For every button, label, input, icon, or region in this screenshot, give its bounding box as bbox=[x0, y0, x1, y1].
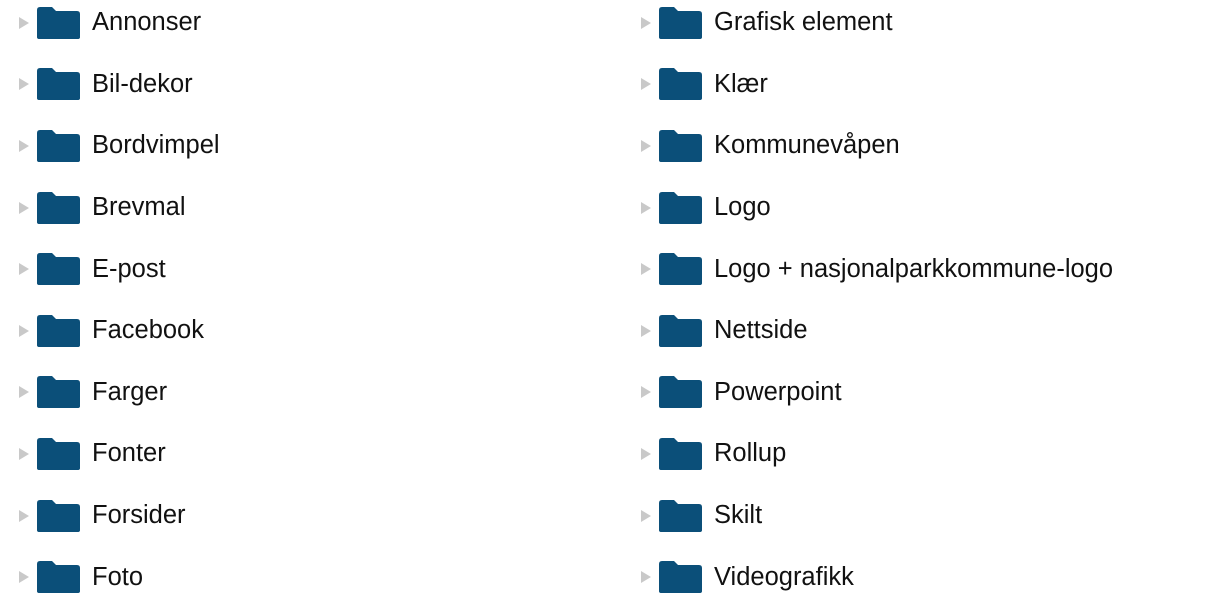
folder-icon bbox=[37, 499, 80, 532]
caret-right-icon[interactable] bbox=[19, 16, 29, 29]
caret-right-icon[interactable] bbox=[641, 571, 651, 584]
folder-icon bbox=[659, 499, 702, 532]
folder-item[interactable]: Logo bbox=[622, 177, 1218, 239]
caret-right-icon[interactable] bbox=[641, 386, 651, 399]
folder-item[interactable]: Powerpoint bbox=[622, 362, 1218, 424]
folder-icon bbox=[37, 253, 80, 286]
folder-item[interactable]: Farger bbox=[0, 362, 560, 424]
caret-right-icon[interactable] bbox=[19, 201, 29, 214]
folder-label[interactable]: Logo bbox=[714, 193, 771, 222]
caret-right-icon[interactable] bbox=[19, 139, 29, 152]
caret-right-icon[interactable] bbox=[19, 386, 29, 399]
folder-item[interactable]: Skilt bbox=[622, 485, 1218, 547]
folder-icon bbox=[37, 561, 80, 594]
folder-label[interactable]: Foto bbox=[92, 563, 143, 592]
caret-right-icon[interactable] bbox=[19, 78, 29, 91]
folder-icon bbox=[37, 376, 80, 409]
folder-label[interactable]: Brevmal bbox=[92, 193, 186, 222]
folder-label[interactable]: Facebook bbox=[92, 316, 204, 345]
folder-label[interactable]: Videografikk bbox=[714, 563, 854, 592]
caret-right-icon[interactable] bbox=[19, 509, 29, 522]
folder-label[interactable]: Rollup bbox=[714, 439, 786, 468]
folder-item[interactable]: Rollup bbox=[622, 423, 1218, 485]
folder-label[interactable]: Grafisk element bbox=[714, 8, 893, 37]
folder-item[interactable]: Annonser bbox=[0, 0, 560, 54]
folder-icon bbox=[37, 68, 80, 101]
folder-list-left: Annonser Bil-dekor Bordvimpel Brevmal E-… bbox=[0, 0, 560, 608]
folder-label[interactable]: Nettside bbox=[714, 316, 808, 345]
caret-right-icon[interactable] bbox=[641, 509, 651, 522]
folder-label[interactable]: Bordvimpel bbox=[92, 131, 220, 160]
folder-label[interactable]: Bil-dekor bbox=[92, 70, 193, 99]
folder-item[interactable]: Videografikk bbox=[622, 546, 1218, 608]
folder-label[interactable]: Skilt bbox=[714, 501, 762, 530]
folder-item[interactable]: E-post bbox=[0, 238, 560, 300]
folder-item[interactable]: Forsider bbox=[0, 485, 560, 547]
folder-item[interactable]: Bil-dekor bbox=[0, 54, 560, 116]
caret-right-icon[interactable] bbox=[641, 16, 651, 29]
folder-icon bbox=[659, 191, 702, 224]
caret-right-icon[interactable] bbox=[19, 324, 29, 337]
caret-right-icon[interactable] bbox=[641, 447, 651, 460]
folder-item[interactable]: Kommunevåpen bbox=[622, 115, 1218, 177]
folder-icon bbox=[659, 6, 702, 39]
caret-right-icon[interactable] bbox=[641, 139, 651, 152]
folder-icon bbox=[659, 376, 702, 409]
folder-item[interactable]: Klær bbox=[622, 54, 1218, 116]
caret-right-icon[interactable] bbox=[19, 447, 29, 460]
folder-icon bbox=[659, 68, 702, 101]
folder-label[interactable]: Annonser bbox=[92, 8, 201, 37]
folder-label[interactable]: Fonter bbox=[92, 439, 166, 468]
folder-label[interactable]: Klær bbox=[714, 70, 768, 99]
folder-icon bbox=[37, 6, 80, 39]
folder-label[interactable]: Forsider bbox=[92, 501, 186, 530]
caret-right-icon[interactable] bbox=[641, 201, 651, 214]
caret-right-icon[interactable] bbox=[641, 263, 651, 276]
folder-item[interactable]: Brevmal bbox=[0, 177, 560, 239]
folder-item[interactable]: Grafisk element bbox=[622, 0, 1218, 54]
caret-right-icon[interactable] bbox=[641, 324, 651, 337]
folder-item[interactable]: Fonter bbox=[0, 423, 560, 485]
folder-item[interactable]: Facebook bbox=[0, 300, 560, 362]
folder-label[interactable]: Kommunevåpen bbox=[714, 131, 900, 160]
folder-item[interactable]: Foto bbox=[0, 546, 560, 608]
folder-item[interactable]: Logo + nasjonalparkkommune-logo bbox=[622, 238, 1218, 300]
folder-icon bbox=[659, 561, 702, 594]
folder-icon bbox=[37, 437, 80, 470]
caret-right-icon[interactable] bbox=[19, 263, 29, 276]
caret-right-icon[interactable] bbox=[641, 78, 651, 91]
folder-item[interactable]: Bordvimpel bbox=[0, 115, 560, 177]
folder-icon bbox=[37, 314, 80, 347]
folder-icon bbox=[37, 129, 80, 162]
folder-icon bbox=[659, 314, 702, 347]
folder-item[interactable]: Nettside bbox=[622, 300, 1218, 362]
folder-icon bbox=[659, 129, 702, 162]
folder-icon bbox=[37, 191, 80, 224]
folder-icon bbox=[659, 253, 702, 286]
folder-label[interactable]: E-post bbox=[92, 255, 166, 284]
folder-icon bbox=[659, 437, 702, 470]
folder-label[interactable]: Powerpoint bbox=[714, 378, 842, 407]
folder-list-right: Grafisk element Klær Kommunevåpen Logo L… bbox=[622, 0, 1218, 608]
folder-label[interactable]: Logo + nasjonalparkkommune-logo bbox=[714, 255, 1113, 284]
folder-label[interactable]: Farger bbox=[92, 378, 167, 407]
caret-right-icon[interactable] bbox=[19, 571, 29, 584]
